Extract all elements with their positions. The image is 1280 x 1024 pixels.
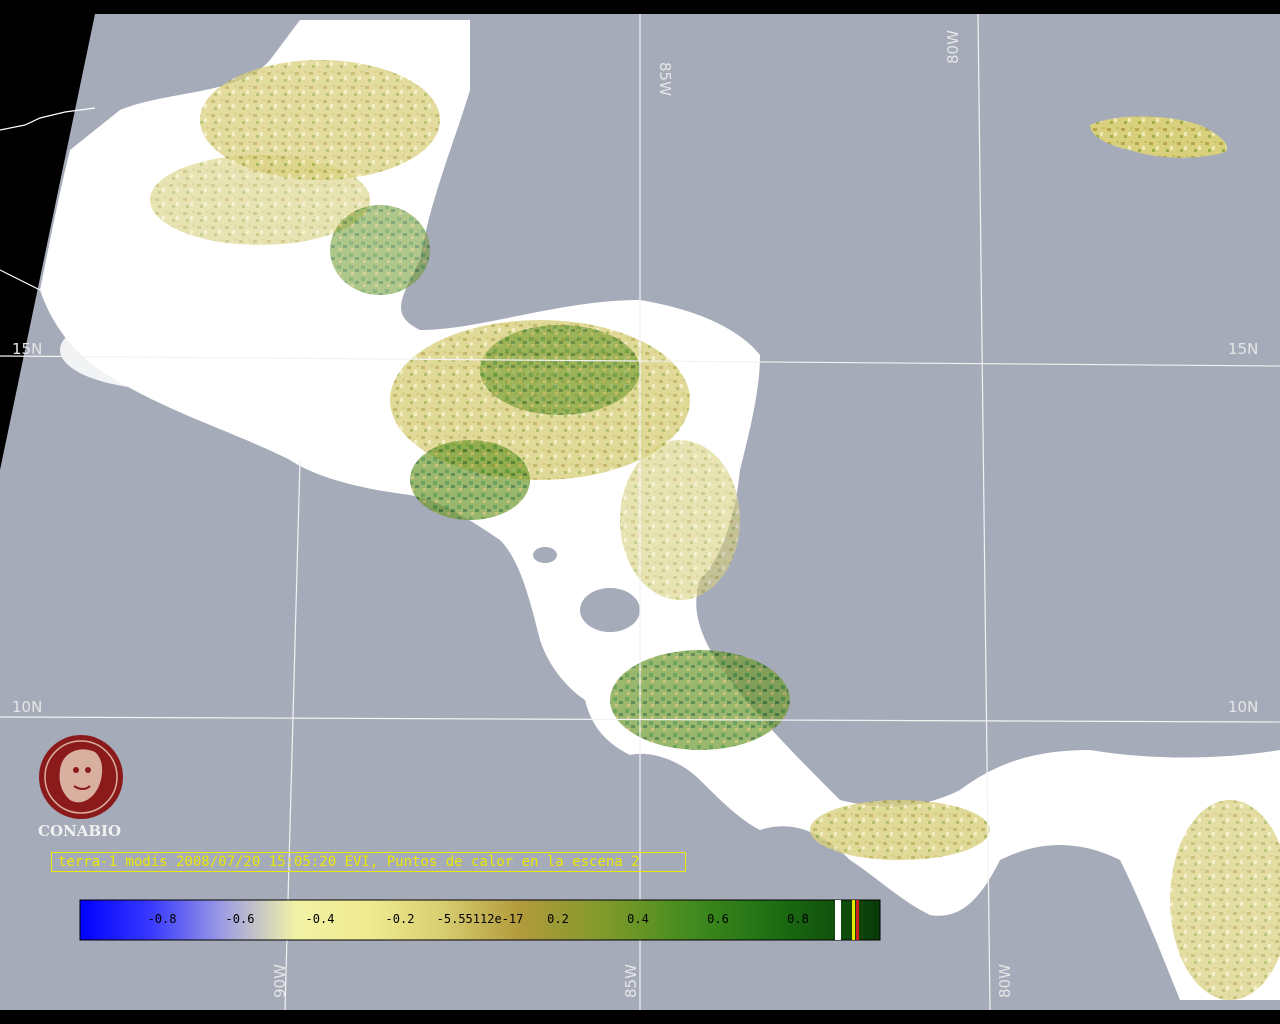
logo-name: CONABIO (38, 822, 122, 840)
veg-patch-honduras-green (480, 325, 640, 415)
colorbar-tick-label: 0.4 (627, 912, 649, 926)
colorbar-cloud-swatch (835, 900, 841, 940)
veg-patch-panama (810, 800, 990, 860)
map-stage: 15N 15N 10N 10N 85W 80W 90W 85W 80W -0.8… (0, 0, 1280, 1024)
label-lon-90-bottom: 90W (271, 964, 289, 998)
label-lat-15-right: 15N (1228, 340, 1258, 358)
label-lon-80-top: 80W (944, 30, 962, 64)
colorbar-tick-label: -5.55112e-17 (437, 912, 524, 926)
cloud-pacific-coast (60, 310, 280, 390)
lake-managua (533, 547, 557, 563)
colorbar-tick-label: -0.2 (386, 912, 415, 926)
veg-patch-costarica (610, 650, 790, 750)
colorbar-fire-swatch-yellow (852, 900, 855, 940)
colorbar-tick-labels: -0.8 -0.6 -0.4 -0.2 -5.55112e-17 0.2 0.4 0.6 0.8 (148, 912, 809, 926)
caption-text: terra-1 modis 2008/07/20 15:05:20 EVI, P… (58, 854, 640, 870)
label-lat-10-left: 10N (12, 698, 42, 716)
colorbar-fire-swatch-red (856, 900, 859, 940)
colorbar-tick-label: 0.8 (787, 912, 809, 926)
label-lon-85-top: 85W (656, 62, 674, 96)
label-lat-10-right: 10N (1228, 698, 1258, 716)
colorbar-tick-label: 0.2 (547, 912, 569, 926)
label-lon-85-bottom: 85W (622, 964, 640, 998)
colorbar-tick-label: -0.4 (306, 912, 335, 926)
colorbar-tick-label: -0.6 (226, 912, 255, 926)
lake-nicaragua (580, 588, 640, 632)
label-lat-15-left: 15N (12, 340, 42, 358)
conabio-logo-icon (39, 735, 123, 819)
colorbar: -0.8 -0.6 -0.4 -0.2 -5.55112e-17 0.2 0.4 0.6 0.8 (79, 899, 881, 941)
colorbar-tick-label: -0.8 (148, 912, 177, 926)
label-lon-80-bottom: 80W (996, 964, 1014, 998)
veg-patch-elsalvador (410, 440, 530, 520)
veg-patch-belize (330, 205, 430, 295)
veg-patch-nicaragua (620, 440, 740, 600)
colorbar-tick-label: 0.6 (707, 912, 729, 926)
